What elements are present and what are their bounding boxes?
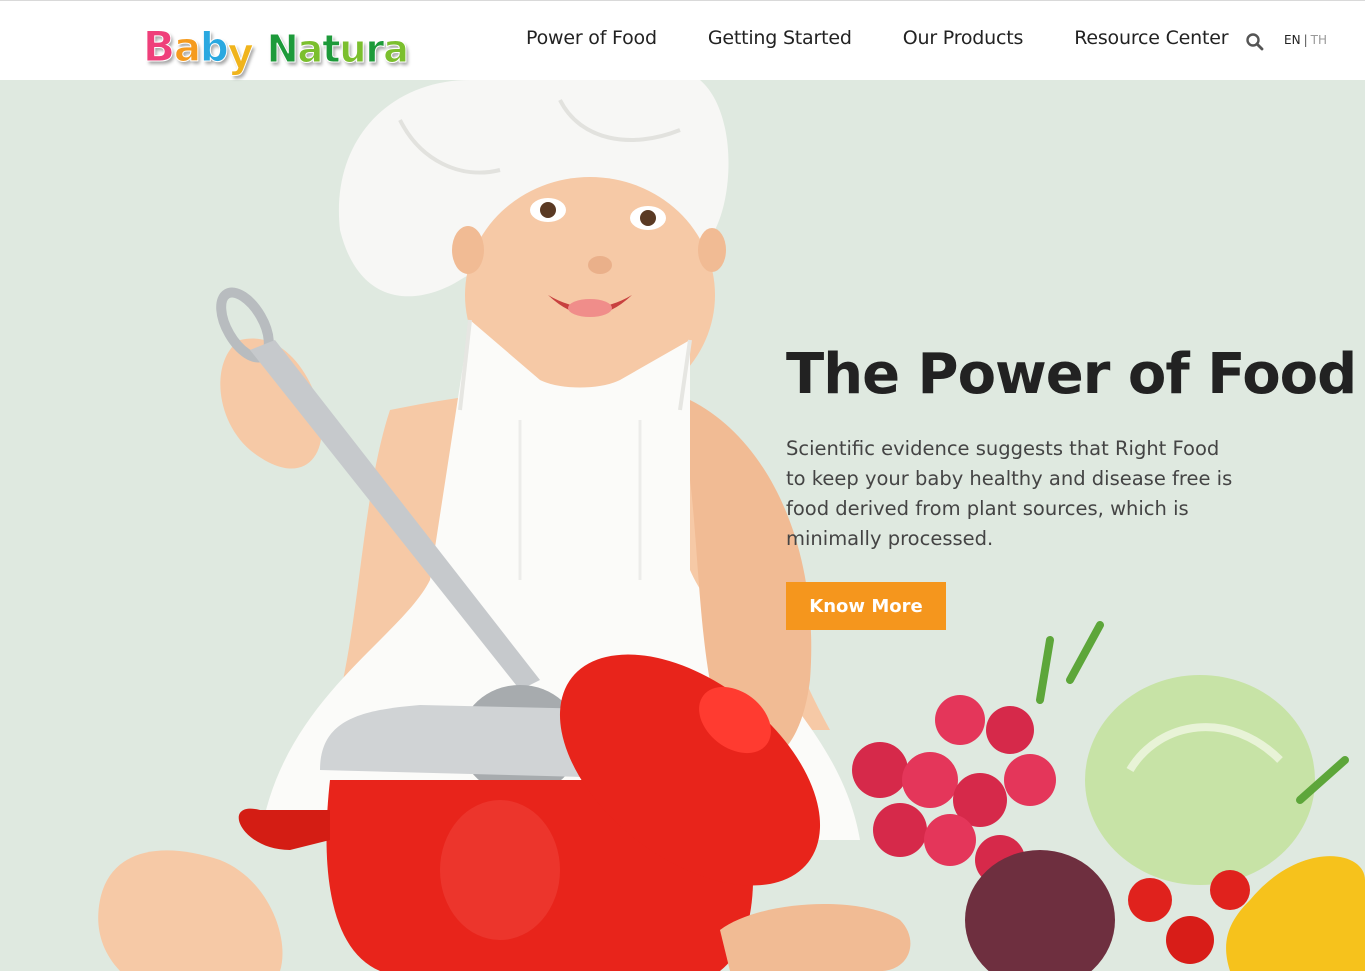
know-more-button[interactable]: Know More <box>786 582 946 630</box>
site-header: Baby Natura Power of Food Getting Starte… <box>0 0 1365 80</box>
nav-item-power-of-food[interactable]: Power of Food <box>526 27 657 49</box>
lang-en-link[interactable]: EN <box>1284 33 1301 47</box>
brand-logo[interactable]: Baby Natura <box>142 13 409 78</box>
vegetables <box>852 621 1365 971</box>
lang-th-link[interactable]: TH <box>1311 33 1327 47</box>
hero-title: The Power of Food <box>786 342 1357 407</box>
hero-description: Scientific evidence suggests that Right … <box>786 437 1233 550</box>
nav-item-our-products[interactable]: Our Products <box>903 27 1024 49</box>
lang-separator: | <box>1303 33 1308 47</box>
hero-banner: The Power of Food Scientific evidence su… <box>0 80 1365 971</box>
language-switcher: EN | TH <box>1284 33 1327 47</box>
search-icon[interactable] <box>1245 32 1265 52</box>
nav-item-getting-started[interactable]: Getting Started <box>708 27 852 49</box>
nav-item-resource-center[interactable]: Resource Center <box>1074 27 1228 49</box>
logo-word-baby: Baby <box>142 22 254 78</box>
main-nav: Power of Food Getting Started Our Produc… <box>526 27 1229 49</box>
logo-word-natura: Natura <box>266 27 409 72</box>
